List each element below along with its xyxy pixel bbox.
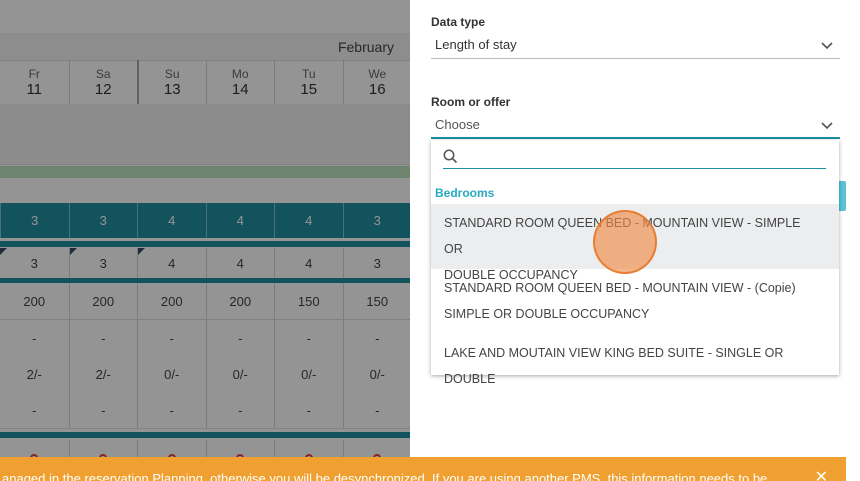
room-or-offer-label: Room or offer bbox=[431, 95, 511, 109]
modal-backdrop[interactable] bbox=[0, 0, 410, 481]
room-option-line: SIMPLE OR DOUBLE OCCUPANCY bbox=[444, 307, 650, 321]
warning-text: anaged in the reservation Planning, othe… bbox=[2, 471, 768, 481]
option-group-label: Bedrooms bbox=[435, 186, 495, 200]
panel-side-tab[interactable] bbox=[839, 181, 846, 211]
close-icon[interactable]: ✕ bbox=[815, 467, 828, 481]
room-or-offer-select[interactable]: Choose bbox=[431, 115, 840, 139]
data-type-select[interactable]: Length of stay bbox=[431, 35, 840, 59]
room-select-placeholder: Choose bbox=[435, 117, 480, 132]
warning-banner: anaged in the reservation Planning, othe… bbox=[0, 457, 846, 481]
room-option[interactable]: STANDARD ROOM QUEEN BED - MOUNTAIN VIEW … bbox=[431, 275, 839, 335]
data-type-label: Data type bbox=[431, 15, 486, 29]
room-option-line: STANDARD ROOM QUEEN BED - MOUNTAIN VIEW … bbox=[444, 281, 796, 295]
search-icon bbox=[443, 149, 458, 164]
data-type-value: Length of stay bbox=[435, 37, 517, 52]
dropdown-search bbox=[443, 146, 826, 169]
dropdown-search-input[interactable] bbox=[465, 146, 824, 168]
chevron-down-icon bbox=[821, 42, 833, 50]
room-option[interactable]: LAKE AND MOUTAIN VIEW KING BED SUITE - S… bbox=[431, 340, 839, 386]
room-option-line: LAKE AND MOUTAIN VIEW KING BED SUITE - S… bbox=[444, 346, 784, 386]
chevron-down-icon bbox=[821, 122, 833, 130]
click-indicator bbox=[593, 210, 657, 274]
